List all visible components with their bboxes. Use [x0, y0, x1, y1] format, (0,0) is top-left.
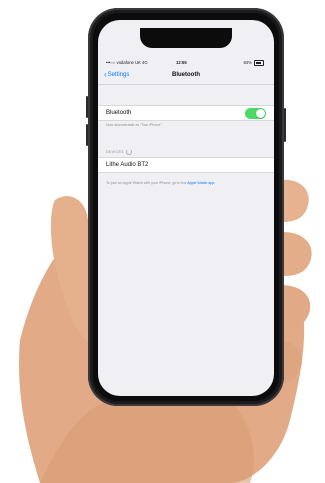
notch	[140, 28, 232, 48]
bluetooth-toggle[interactable]	[245, 108, 266, 119]
status-bar: •••○○ vodafone UK 4G 12:55 84%	[98, 58, 274, 68]
page-title: Bluetooth	[172, 72, 200, 78]
apple-watch-pair-note: To pair an Apple Watch with your iPhone,…	[106, 181, 266, 186]
volume-up-button	[86, 96, 88, 118]
carrier-text: •••○○ vodafone UK 4G	[106, 60, 148, 65]
finger-2	[283, 232, 312, 276]
battery-icon	[254, 60, 264, 66]
bluetooth-row: Bluetooth	[98, 105, 274, 121]
phone-screen: •••○○ vodafone UK 4G 12:55 84% ‹Settings…	[98, 20, 274, 396]
apple-watch-app-link[interactable]: Apple Watch app.	[187, 181, 215, 185]
toggle-knob	[256, 109, 265, 118]
bluetooth-label: Bluetooth	[106, 110, 132, 116]
finger-1	[280, 179, 309, 222]
devices-section-header: DEVICES	[106, 149, 132, 155]
pair-note-text: To pair an Apple Watch with your iPhone,…	[106, 181, 188, 185]
devices-header-label: DEVICES	[106, 149, 124, 154]
iphone: •••○○ vodafone UK 4G 12:55 84% ‹Settings…	[86, 8, 286, 406]
discoverable-note: Now discoverable as "Tom iPhone".	[106, 123, 163, 127]
power-button	[284, 108, 286, 142]
navigation-bar: ‹Settings Bluetooth	[98, 70, 274, 85]
device-row[interactable]: Lithe Audio BT2	[98, 157, 274, 173]
finger-3	[282, 285, 311, 330]
loading-spinner-icon	[125, 149, 132, 155]
battery-indicator: 84%	[243, 60, 264, 66]
status-time: 12:55	[176, 60, 187, 65]
device-name: Lithe Audio BT2	[106, 162, 149, 168]
battery-percent: 84%	[243, 60, 252, 65]
volume-down-button	[86, 124, 88, 146]
